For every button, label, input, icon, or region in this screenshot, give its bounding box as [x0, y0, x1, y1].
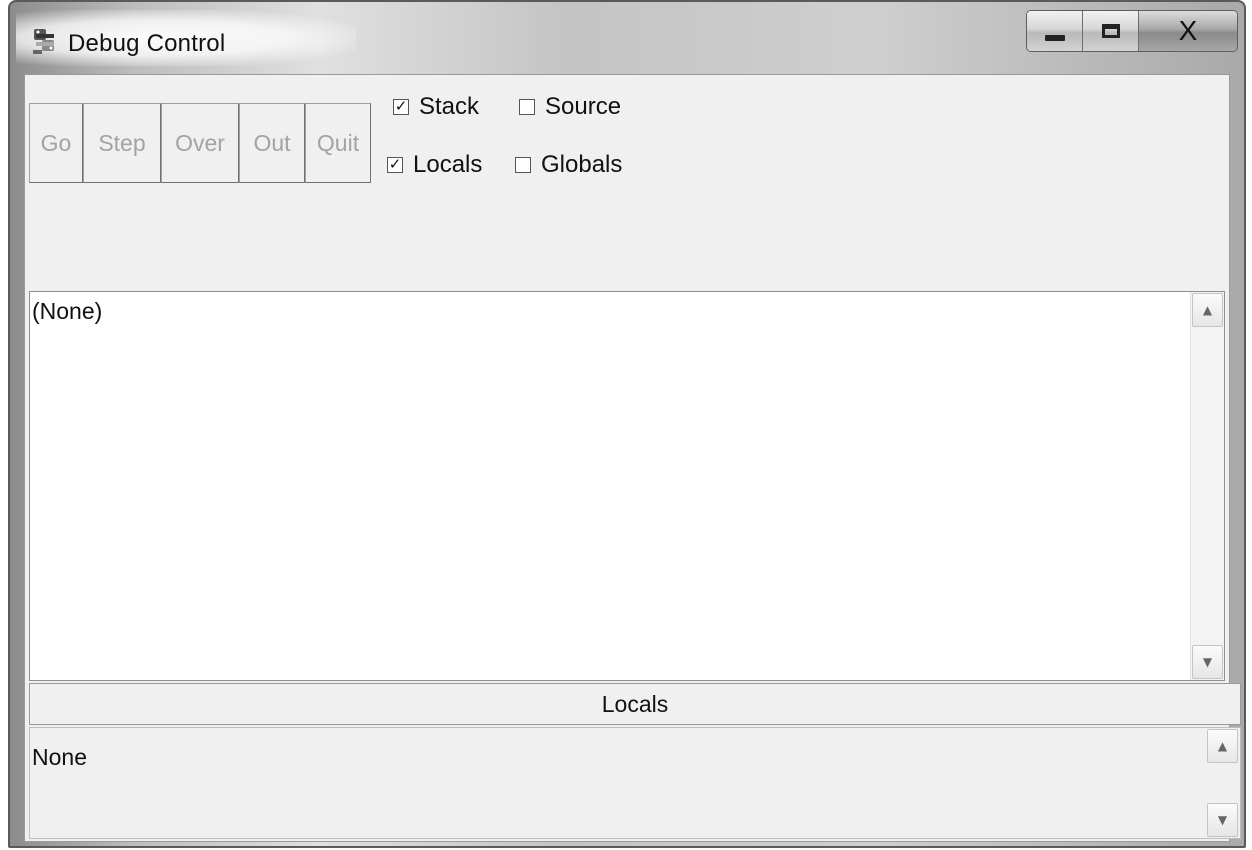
out-button[interactable]: Out	[239, 103, 305, 183]
locals-checkbox[interactable]: Locals	[387, 151, 482, 179]
stack-listbox[interactable]: (None) ▲ ▼	[29, 291, 1225, 681]
stack-checkbox-box[interactable]	[393, 99, 409, 115]
window-controls: X	[1026, 10, 1238, 52]
locals-header: Locals	[29, 683, 1241, 725]
go-button[interactable]: Go	[29, 103, 83, 183]
globals-checkbox-label: Globals	[541, 151, 623, 178]
stack-checkbox[interactable]: Stack	[393, 93, 479, 121]
title-bar[interactable]: Debug Control X	[10, 2, 1244, 74]
python-debug-icon[interactable]	[30, 26, 60, 56]
close-button[interactable]: X	[1139, 11, 1237, 51]
locals-scrollbar[interactable]: ▲ ▼	[1206, 728, 1240, 838]
locals-checkbox-label: Locals	[413, 151, 483, 178]
stack-checkbox-label: Stack	[419, 93, 480, 120]
stack-scrollbar[interactable]: ▲ ▼	[1190, 292, 1224, 680]
source-checkbox[interactable]: Source	[519, 93, 621, 121]
client-area: Go Step Over Out Quit Stack Source Local…	[24, 74, 1241, 842]
minimize-icon	[1044, 35, 1065, 41]
locals-entry[interactable]: None	[32, 744, 87, 771]
globals-checkbox-box[interactable]	[515, 157, 531, 173]
globals-checkbox[interactable]: Globals	[515, 151, 622, 179]
maximize-button[interactable]	[1083, 11, 1139, 51]
maximize-icon	[1101, 24, 1120, 38]
source-checkbox-label: Source	[545, 93, 622, 120]
scroll-down-arrow-icon[interactable]: ▼	[1207, 803, 1238, 837]
locals-listbox[interactable]: None ▲ ▼	[29, 727, 1241, 839]
quit-button[interactable]: Quit	[305, 103, 371, 183]
over-button[interactable]: Over	[161, 103, 239, 183]
debug-control-window: Debug Control X Go Step Over Out Quit St…	[8, 0, 1246, 848]
close-icon: X	[1178, 15, 1198, 46]
step-button[interactable]: Step	[83, 103, 161, 183]
stack-entry[interactable]: (None)	[32, 298, 102, 325]
scroll-up-arrow-icon[interactable]: ▲	[1192, 293, 1223, 327]
debug-toolbar: Go Step Over Out Quit	[29, 103, 371, 183]
minimize-button[interactable]	[1027, 11, 1083, 51]
locals-checkbox-box[interactable]	[387, 157, 403, 173]
scroll-up-arrow-icon[interactable]: ▲	[1207, 729, 1238, 763]
scroll-down-arrow-icon[interactable]: ▼	[1192, 645, 1223, 679]
source-checkbox-box[interactable]	[519, 99, 535, 115]
window-title: Debug Control	[68, 30, 226, 57]
